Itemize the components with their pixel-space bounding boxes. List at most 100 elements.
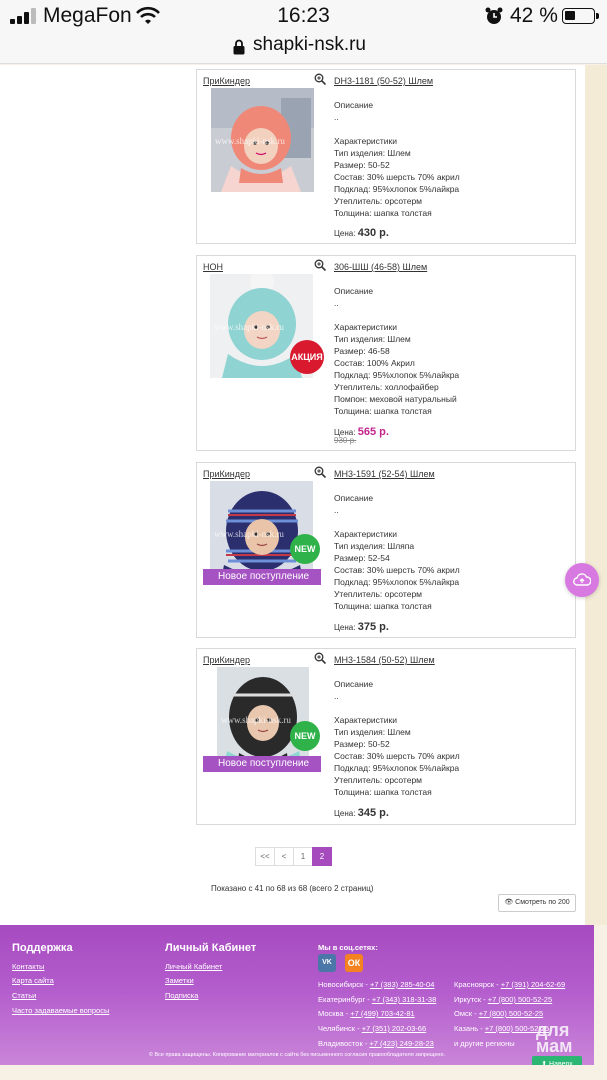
phone-link[interactable]: +7 (391) 204-62-69 bbox=[501, 980, 565, 989]
product-brand-link[interactable]: ПриКиндер bbox=[203, 76, 250, 86]
phone-link[interactable]: +7 (383) 285-40-04 bbox=[370, 980, 434, 989]
new-badge: NEW bbox=[290, 534, 320, 564]
new-arrival-ribbon: Новое поступление bbox=[203, 569, 321, 585]
pagination-page-current[interactable]: 2 bbox=[312, 847, 332, 866]
decorative-border bbox=[585, 65, 607, 925]
city-phone: Омск - +7 (800) 500-52-25 bbox=[454, 1009, 544, 1018]
zoom-icon[interactable] bbox=[314, 73, 326, 85]
spec-line: Толщина: шапка толстая bbox=[334, 208, 432, 218]
spec-line: Подклад: 95%хлопок 5%лайкра bbox=[334, 577, 460, 587]
spec-line: Тип изделия: Шлем bbox=[334, 148, 411, 158]
description-label: Описание bbox=[334, 679, 374, 689]
site-watermark-logo: для мам bbox=[536, 1020, 573, 1056]
spec-line: Подклад: 95%хлопок 5%лайкра bbox=[334, 370, 460, 380]
photo-watermark: www.shapki-nsk.ru bbox=[214, 322, 284, 332]
lock-icon bbox=[233, 39, 245, 55]
description-value: .. bbox=[334, 298, 339, 308]
spec-line: Размер: 46-58 bbox=[334, 346, 390, 356]
spec-line: Толщина: шапка толстая bbox=[334, 406, 432, 416]
alarm-icon bbox=[485, 7, 503, 24]
spec-line: Состав: 30% шерсть 70% акрил bbox=[334, 172, 460, 182]
phone-link[interactable]: +7 (343) 318-31-38 bbox=[372, 995, 436, 1004]
pagination-prev[interactable]: < bbox=[274, 847, 294, 866]
zoom-icon[interactable] bbox=[314, 466, 326, 478]
spec-line: Утеплитель: орсотерм bbox=[334, 775, 423, 785]
footer-account-heading: Личный Кабинет bbox=[165, 942, 257, 954]
spec-line: Подклад: 95%хлопок 5%лайкра bbox=[334, 763, 460, 773]
footer-link[interactable]: Статьи bbox=[12, 991, 36, 1000]
footer-link[interactable]: Часто задаваемые вопросы bbox=[12, 1006, 109, 1015]
product-card: ПриКиндер www.shapki-nsk.ru DH3-1181 (50… bbox=[196, 69, 576, 244]
spec-line: Состав: 30% шерсть 70% акрил bbox=[334, 751, 460, 761]
product-price: Цена: 430 р. bbox=[334, 227, 389, 239]
social-heading: Мы в соц.сетях: bbox=[318, 943, 378, 952]
product-image[interactable]: www.shapki-nsk.ru bbox=[211, 88, 314, 192]
city-phone: Новосибирск - +7 (383) 285-40-04 bbox=[318, 980, 435, 989]
cloud-upload-button[interactable] bbox=[565, 563, 599, 597]
description-value: .. bbox=[334, 691, 339, 701]
pagination-page[interactable]: 1 bbox=[293, 847, 313, 866]
description-value: .. bbox=[334, 505, 339, 515]
description-label: Описание bbox=[334, 100, 374, 110]
spec-line: Толщина: шапка толстая bbox=[334, 787, 432, 797]
product-brand-link[interactable]: ПриКиндер bbox=[203, 469, 250, 479]
view-200-button[interactable]: 👁 Смотреть по 200 bbox=[498, 894, 576, 912]
pagination-first[interactable]: << bbox=[255, 847, 275, 866]
product-brand-link[interactable]: НОН bbox=[203, 262, 223, 272]
footer: Поддержка Контакты Карта сайта Статьи Ча… bbox=[0, 925, 594, 1065]
footer-link[interactable]: Контакты bbox=[12, 962, 44, 971]
spec-line: Помпон: меховой натуральный bbox=[334, 394, 457, 404]
zoom-icon[interactable] bbox=[314, 259, 326, 271]
product-price: Цена: 345 р. bbox=[334, 807, 389, 819]
phone-link[interactable]: +7 (499) 703-42-81 bbox=[350, 1009, 414, 1018]
description-value: .. bbox=[334, 112, 339, 122]
product-card: ПриКиндер www.shapki-nsk.ru NEW Новое по… bbox=[196, 462, 576, 638]
spec-line: Тип изделия: Шляпа bbox=[334, 541, 415, 551]
spec-line: Тип изделия: Шлем bbox=[334, 334, 411, 344]
product-title-link[interactable]: МН3-1584 (50-52) Шлем bbox=[334, 655, 435, 665]
spec-line: Подклад: 95%хлопок 5%лайкра bbox=[334, 184, 460, 194]
phone-link[interactable]: +7 (800) 500-52-25 bbox=[479, 1009, 543, 1018]
product-brand-link[interactable]: ПриКиндер bbox=[203, 655, 250, 665]
city-phone: Челябинск - +7 (351) 202-03-66 bbox=[318, 1024, 427, 1033]
battery-percent: 42 % bbox=[510, 4, 558, 27]
product-price: Цена: 375 р. bbox=[334, 621, 389, 633]
footer-link[interactable]: Заметки bbox=[165, 976, 194, 985]
specs-label: Характеристики bbox=[334, 715, 398, 725]
address-bar[interactable]: shapki-nsk.ru bbox=[0, 32, 607, 64]
product-card: НОН www.shapki-nsk.ru АКЦИЯ 306-ШШ (46-5… bbox=[196, 255, 576, 451]
city-phone: Владивосток - +7 (423) 249-28-23 bbox=[318, 1039, 434, 1048]
specs-label: Характеристики bbox=[334, 136, 398, 146]
ok-icon[interactable]: ОК bbox=[345, 954, 363, 972]
sale-badge: АКЦИЯ bbox=[290, 340, 324, 374]
footer-link[interactable]: Личный Кабинет bbox=[165, 962, 222, 971]
footer-link[interactable]: Карта сайта bbox=[12, 976, 54, 985]
spec-line: Размер: 52-54 bbox=[334, 553, 390, 563]
status-bar: MegaFon 16:23 42 % bbox=[0, 0, 607, 32]
specs-label: Характеристики bbox=[334, 322, 398, 332]
other-regions: и другие регионы bbox=[454, 1039, 515, 1048]
specs-label: Характеристики bbox=[334, 529, 398, 539]
new-arrival-ribbon: Новое поступление bbox=[203, 756, 321, 772]
product-title-link[interactable]: DH3-1181 (50-52) Шлем bbox=[334, 76, 433, 86]
phone-link[interactable]: +7 (800) 500-52-25 bbox=[488, 995, 552, 1004]
vk-icon[interactable]: VK bbox=[318, 954, 336, 972]
pagination: << < 1 2 bbox=[255, 847, 332, 866]
spec-line: Утеплитель: холлофайбер bbox=[334, 382, 439, 392]
zoom-icon[interactable] bbox=[314, 652, 326, 664]
phone-link[interactable]: +7 (351) 202-03-66 bbox=[362, 1024, 426, 1033]
spec-line: Утеплитель: орсотерм bbox=[334, 589, 423, 599]
old-price: 930 р. bbox=[334, 436, 357, 445]
spec-line: Размер: 50-52 bbox=[334, 160, 390, 170]
description-label: Описание bbox=[334, 286, 374, 296]
phone-link[interactable]: +7 (423) 249-28-23 bbox=[369, 1039, 433, 1048]
footer-link[interactable]: Подписка bbox=[165, 991, 198, 1000]
results-count: Показано с 41 по 68 из 68 (всего 2 стран… bbox=[211, 884, 374, 893]
cloud-icon bbox=[573, 573, 591, 586]
spec-line: Размер: 50-52 bbox=[334, 739, 390, 749]
spec-line: Состав: 30% шерсть 70% акрил bbox=[334, 565, 460, 575]
spec-line: Состав: 100% Акрил bbox=[334, 358, 415, 368]
product-title-link[interactable]: 306-ШШ (46-58) Шлем bbox=[334, 262, 427, 272]
spec-line: Утеплитель: орсотерм bbox=[334, 196, 423, 206]
product-title-link[interactable]: МН3-1591 (52-54) Шлем bbox=[334, 469, 435, 479]
